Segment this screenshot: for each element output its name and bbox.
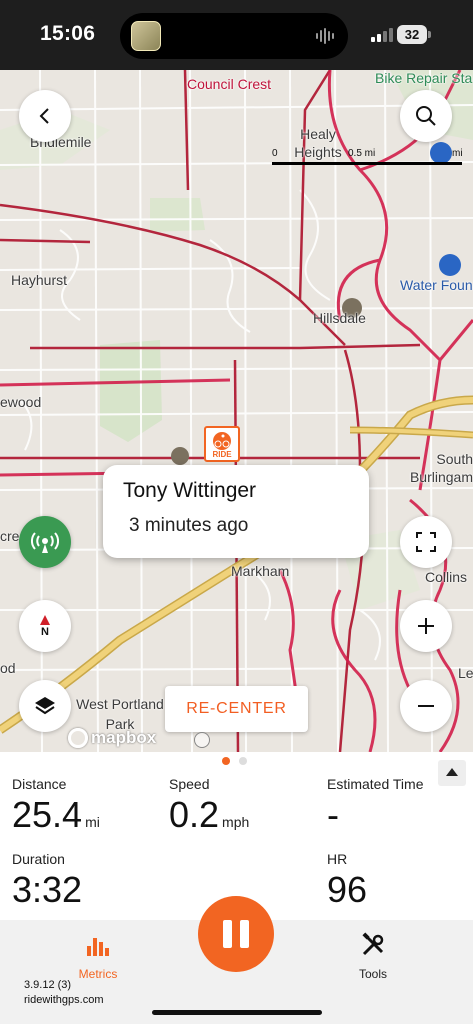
compass-button[interactable]: N xyxy=(19,600,71,652)
place-markham: Markham xyxy=(231,563,290,579)
live-tracking-button[interactable] xyxy=(19,516,71,568)
pause-icon-bar-right xyxy=(240,920,249,948)
ride-marker-label: RIDE xyxy=(212,450,232,459)
page-dot-1[interactable] xyxy=(222,757,230,765)
battery-tip xyxy=(428,31,431,38)
scale-line xyxy=(272,162,462,165)
fullscreen-button[interactable] xyxy=(400,516,452,568)
duration-label: Duration xyxy=(12,851,65,867)
estimated-time-label: Estimated Time xyxy=(327,776,424,792)
speed-label: Speed xyxy=(169,776,210,792)
chevron-left-icon xyxy=(39,108,49,124)
compass-label: N xyxy=(41,625,49,638)
distance-value-row: 25.4 mi xyxy=(12,794,100,836)
metric-hr: HR 96 xyxy=(327,851,367,911)
audio-wave-icon xyxy=(316,28,334,44)
place-south-burlingame: South Burlingam xyxy=(409,451,473,485)
mapbox-wordmark: mapbox xyxy=(91,728,157,747)
zoom-in-button[interactable] xyxy=(400,600,452,652)
home-indicator[interactable] xyxy=(152,1010,322,1015)
search-button[interactable] xyxy=(400,90,452,142)
status-bar: 15:06 32 xyxy=(0,0,473,70)
map-scale-bar: 0 0.5 mi mi xyxy=(272,148,468,168)
app-version-info: 3.9.12 (3) ridewithgps.com xyxy=(24,978,103,1008)
place-le: Le xyxy=(458,665,473,681)
recenter-button[interactable]: RE-CENTER xyxy=(165,686,308,732)
bottom-tab-bar: Metrics Tools 3.9.12 (3) ridewithgps.com xyxy=(0,896,473,1024)
estimated-time-value: - xyxy=(327,794,339,835)
broadcast-icon xyxy=(31,532,59,553)
speed-value-row: 0.2 mph xyxy=(169,794,249,836)
north-arrow-icon xyxy=(40,614,50,625)
cellular-signal-icon xyxy=(371,28,393,42)
dynamic-island[interactable] xyxy=(120,13,348,59)
duration-value: 3:32 xyxy=(12,869,83,910)
rider-popup[interactable]: Tony Wittinger 3 minutes ago xyxy=(103,465,369,558)
map-canvas xyxy=(0,70,473,752)
metric-estimated-time: Estimated Time - xyxy=(327,776,423,836)
tools-icon xyxy=(362,932,384,956)
scale-mi: mi xyxy=(452,148,463,159)
rider-last-update: 3 minutes ago xyxy=(129,515,249,536)
place-crest: cre xyxy=(0,528,20,544)
metrics-panel: Distance 25.4 mi Speed 0.2 mph Estimated T… xyxy=(0,752,473,920)
hr-label: HR xyxy=(327,851,348,867)
tab-tools[interactable]: Tools xyxy=(323,932,423,981)
zoom-out-button[interactable] xyxy=(400,680,452,732)
map-info-icon[interactable] xyxy=(194,732,210,748)
fullscreen-icon xyxy=(416,532,436,552)
mapbox-logo-icon xyxy=(68,728,88,748)
mapbox-attribution[interactable]: mapbox xyxy=(68,728,156,748)
place-bike-repair: Bike Repair Sta xyxy=(375,70,473,86)
back-button[interactable] xyxy=(19,90,71,142)
place-council-crest: Council Crest xyxy=(187,76,272,92)
pause-recording-button[interactable] xyxy=(198,896,274,972)
place-water-fountain: Water Foun xyxy=(400,277,473,293)
ride-marker[interactable]: RIDE xyxy=(204,426,240,462)
search-icon xyxy=(416,106,436,126)
cyclist-icon xyxy=(213,432,231,450)
hr-value: 96 xyxy=(327,869,368,910)
distance-value: 25.4 xyxy=(12,794,83,835)
metric-speed: Speed 0.2 mph xyxy=(169,776,249,836)
tab-metrics[interactable]: Metrics xyxy=(48,932,148,981)
collapse-panel-button[interactable] xyxy=(438,760,466,786)
distance-label: Distance xyxy=(12,776,67,792)
metric-distance: Distance 25.4 mi xyxy=(12,776,100,836)
scale-half-mile: 0.5 mi xyxy=(348,148,376,159)
plus-icon xyxy=(418,618,434,634)
page-dot-2[interactable] xyxy=(239,757,247,765)
pause-icon-bar-left xyxy=(223,920,232,948)
battery-icon: 32 xyxy=(397,25,427,44)
tab-tools-label: Tools xyxy=(358,967,387,981)
map-view[interactable]: Council Crest Bike Repair Sta Bridlemile… xyxy=(0,70,473,752)
now-playing-thumbnail xyxy=(131,21,161,51)
place-ewood: ewood xyxy=(0,394,42,410)
app-version: 3.9.12 (3) xyxy=(24,979,72,991)
rider-name: Tony Wittinger xyxy=(123,479,257,502)
map-layers-button[interactable] xyxy=(19,680,71,732)
page-indicator[interactable] xyxy=(222,757,247,765)
place-hillsdale: Hillsdale xyxy=(313,310,366,326)
status-time: 15:06 xyxy=(40,22,96,45)
bar-chart-icon xyxy=(87,938,109,956)
layers-icon xyxy=(35,697,55,715)
speed-value: 0.2 xyxy=(169,794,220,835)
speed-unit: mph xyxy=(222,814,250,830)
metric-duration: Duration 3:32 xyxy=(12,851,82,911)
distance-unit: mi xyxy=(85,814,100,830)
minus-icon xyxy=(418,705,434,707)
place-od: od xyxy=(0,660,16,676)
place-collins: Collins xyxy=(425,569,468,585)
app-website: ridewithgps.com xyxy=(24,994,104,1006)
scale-zero: 0 xyxy=(272,148,278,159)
place-hayhurst: Hayhurst xyxy=(11,272,68,288)
